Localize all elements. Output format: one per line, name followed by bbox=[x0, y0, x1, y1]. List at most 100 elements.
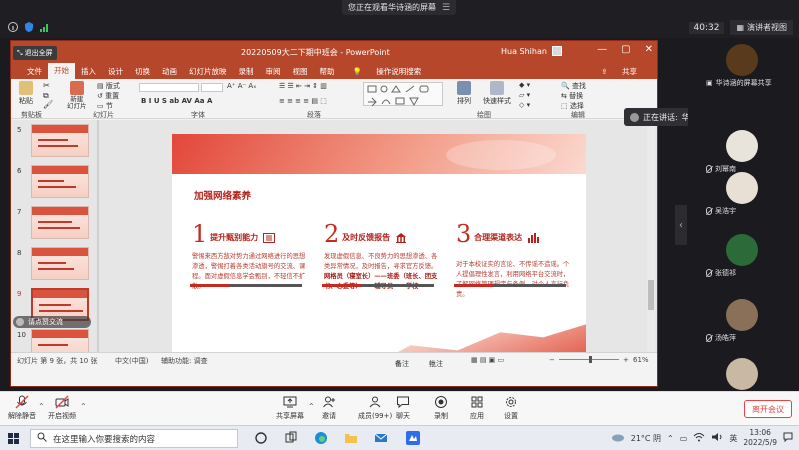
share-options-icon[interactable]: ⌃ bbox=[308, 402, 315, 411]
layout-button[interactable]: ▤ 版式 bbox=[97, 81, 120, 91]
participant-card[interactable]: 汤皓萍 bbox=[688, 293, 799, 349]
settings-button[interactable]: 设置 bbox=[504, 395, 518, 421]
replace-icon: ⇆ bbox=[561, 92, 567, 100]
shield-icon[interactable] bbox=[24, 22, 34, 32]
edge-icon[interactable] bbox=[314, 431, 328, 445]
thumbnail-5[interactable]: 5 bbox=[15, 124, 97, 160]
exit-fullscreen-button[interactable]: ⤡ 退出全屏 bbox=[13, 46, 57, 60]
format-painter-icon[interactable]: 🖌 bbox=[43, 100, 53, 109]
tab-slideshow[interactable]: 幻灯片放映 bbox=[183, 66, 233, 77]
speaker-view-button[interactable]: ▦ 演讲者视图 bbox=[730, 20, 793, 35]
quick-styles-label: 快速样式 bbox=[483, 97, 511, 105]
tell-me-search[interactable]: 💡 操作说明搜索 bbox=[341, 66, 434, 77]
thumbnail-scrollbar[interactable] bbox=[97, 120, 99, 366]
share-screen-button[interactable]: 共享屏幕 bbox=[276, 395, 304, 421]
record-button[interactable]: 录制 bbox=[434, 395, 448, 421]
network-icon[interactable]: ▭ bbox=[680, 434, 688, 443]
tab-home[interactable]: 开始 bbox=[48, 63, 75, 79]
tab-view[interactable]: 视图 bbox=[287, 66, 314, 77]
thumbnail-7[interactable]: 7 bbox=[15, 206, 97, 242]
font-format-buttons[interactable]: B I U S ab AV Aa A bbox=[141, 97, 212, 105]
font-size-buttons[interactable]: A⁺ A⁻ Aₓ bbox=[227, 82, 256, 90]
meeting-app-icon[interactable] bbox=[406, 431, 420, 445]
maximize-button[interactable]: ▢ bbox=[621, 44, 630, 55]
column-divider-1 bbox=[190, 284, 302, 287]
zoom-slider-handle[interactable] bbox=[589, 356, 592, 363]
zoom-out-button[interactable]: − bbox=[549, 356, 555, 364]
thumbnail-8[interactable]: 8 bbox=[15, 247, 97, 283]
screen-share-banner: 您正在观看华诗涵的屏幕 ☰ bbox=[342, 0, 456, 15]
tab-file[interactable]: 文件 bbox=[21, 66, 48, 77]
windows-start-icon[interactable] bbox=[8, 433, 19, 444]
user-account[interactable]: Hua Shihan bbox=[501, 46, 562, 56]
share-button[interactable]: ⇪ 共享 bbox=[589, 66, 649, 77]
wifi-icon[interactable] bbox=[693, 432, 705, 444]
info-icon[interactable] bbox=[8, 22, 18, 32]
slide-thumbnails-pane[interactable]: 5 6 7 8 9 10 请点赞交流 bbox=[11, 120, 99, 366]
list-buttons[interactable]: ☰ ☰ ⇤ ⇥ ⇕ ▥ bbox=[279, 82, 327, 90]
participant-avatar bbox=[726, 358, 758, 390]
slide-scrollbar[interactable] bbox=[647, 120, 655, 366]
search-icon bbox=[37, 432, 47, 445]
weather-text[interactable]: 21°C 阴 bbox=[631, 433, 661, 444]
minimize-button[interactable]: — bbox=[597, 44, 607, 55]
start-video-button[interactable]: 开启视频 bbox=[48, 395, 76, 421]
participant-card[interactable]: ▣ 华诗涵的屏幕共享 bbox=[688, 38, 799, 94]
cortana-icon[interactable] bbox=[254, 431, 268, 445]
close-button[interactable]: ✕ bbox=[645, 44, 653, 55]
taskbar-clock[interactable]: 13:06 2022/5/9 bbox=[743, 428, 777, 448]
font-size-field[interactable] bbox=[201, 83, 223, 92]
tab-help[interactable]: 帮助 bbox=[314, 66, 341, 77]
view-buttons[interactable]: ▦ ▤ ▣ ▭ bbox=[471, 356, 504, 364]
zoom-level[interactable]: 61% bbox=[633, 356, 649, 364]
tab-insert[interactable]: 插入 bbox=[75, 66, 102, 77]
language-indicator[interactable]: 中文(中国) bbox=[115, 356, 148, 366]
tab-record[interactable]: 录制 bbox=[233, 66, 260, 77]
video-options-icon[interactable]: ⌃ bbox=[80, 402, 87, 411]
shape-outline-icon[interactable]: ▱ ▾ bbox=[519, 91, 530, 99]
shape-fill-icon[interactable]: ◆ ▾ bbox=[519, 81, 530, 89]
mail-icon[interactable] bbox=[374, 431, 388, 445]
cut-icon[interactable]: ✂ bbox=[43, 81, 50, 90]
tab-review[interactable]: 审阅 bbox=[260, 66, 287, 77]
tray-chevron-icon[interactable]: ⌃ bbox=[667, 434, 674, 443]
tab-transitions[interactable]: 切换 bbox=[129, 66, 156, 77]
participant-card[interactable]: 张德祁 bbox=[688, 228, 799, 284]
align-buttons[interactable]: ≡ ≡ ≡ ≡ ▤ ⬚ bbox=[279, 97, 327, 105]
tab-animations[interactable]: 动画 bbox=[156, 66, 183, 77]
ime-indicator[interactable]: 英 bbox=[729, 433, 737, 444]
arrange-button[interactable]: 排列 bbox=[457, 81, 471, 106]
zoom-in-button[interactable]: + bbox=[623, 356, 629, 364]
tab-design[interactable]: 设计 bbox=[102, 66, 129, 77]
shape-effects-icon[interactable]: ◇ ▾ bbox=[519, 101, 530, 109]
quick-styles-button[interactable]: 快速样式 bbox=[483, 81, 511, 106]
font-name-field[interactable] bbox=[139, 83, 199, 92]
mic-options-icon[interactable]: ⌃ bbox=[38, 402, 45, 411]
find-button[interactable]: 🔍 查找 bbox=[561, 81, 586, 91]
replace-button[interactable]: ⇆ 替换 bbox=[561, 91, 583, 101]
invite-button[interactable]: 邀请 bbox=[322, 395, 336, 421]
chat-button[interactable]: 聊天 bbox=[396, 395, 410, 421]
thumbnail-6[interactable]: 6 bbox=[15, 165, 97, 201]
unmute-button[interactable]: 解除静音 bbox=[8, 395, 36, 421]
task-view-icon[interactable] bbox=[284, 431, 298, 445]
apps-button[interactable]: 应用 bbox=[470, 395, 484, 421]
file-explorer-icon[interactable] bbox=[344, 431, 358, 445]
shapes-gallery[interactable] bbox=[363, 82, 443, 107]
collapse-sidebar-button[interactable]: ‹ bbox=[675, 205, 687, 245]
participant-card[interactable]: 吴浩宇 bbox=[688, 166, 799, 222]
speaker-view-label: 演讲者视图 bbox=[747, 23, 787, 32]
slide-counter: 幻灯片 第 9 张，共 10 张 bbox=[17, 357, 98, 365]
paste-button[interactable]: 粘贴 bbox=[19, 81, 33, 106]
reaction-pill[interactable]: 请点赞交流 bbox=[13, 316, 91, 328]
volume-icon[interactable] bbox=[711, 432, 723, 444]
taskbar-search-input[interactable]: 在这里输入你要搜索的内容 bbox=[30, 429, 238, 448]
slide-canvas[interactable]: 加强网络素养 1 提升甄别能力 警惕来西方敌对势力通过网络进行的思想渗透，警惕打… bbox=[172, 134, 586, 366]
banner-close-icon[interactable]: ☰ bbox=[442, 3, 450, 13]
reset-button[interactable]: ↺ 重置 bbox=[97, 91, 119, 101]
notification-icon[interactable] bbox=[783, 432, 793, 444]
members-button[interactable]: 成员(99+) bbox=[358, 395, 392, 421]
new-slide-button[interactable]: 新建 幻灯片 bbox=[67, 81, 87, 110]
leave-meeting-button[interactable]: 离开会议 bbox=[744, 400, 792, 418]
accessibility-status[interactable]: 辅助功能: 调查 bbox=[161, 356, 208, 366]
